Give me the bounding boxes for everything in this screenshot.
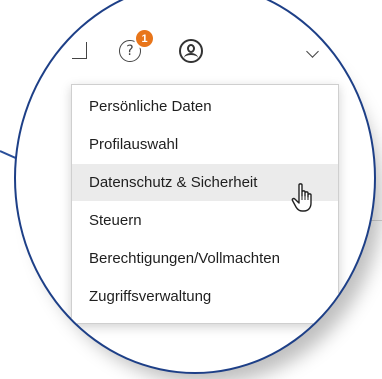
menu-item-label: Profilauswahl (89, 136, 179, 153)
menu-item-persoenliche-daten[interactable]: Persönliche Daten (72, 88, 338, 125)
menu-item-label: Berechtigungen/Vollmachten (89, 250, 280, 267)
menu-item-label: Steuern (89, 212, 142, 229)
menu-item-berechtigungen-vollmachten[interactable]: Berechtigungen/Vollmachten (72, 240, 338, 277)
notification-count: 1 (141, 32, 148, 45)
menu-item-label: Persönliche Daten (89, 98, 212, 115)
chevron-down-icon[interactable] (306, 45, 319, 58)
menu-item-label: Datenschutz & Sicherheit (89, 174, 258, 191)
box-icon[interactable] (72, 42, 87, 59)
notification-badge: 1 (136, 30, 153, 47)
user-icon[interactable] (179, 39, 203, 63)
menu-item-profilauswahl[interactable]: Profilauswahl (72, 126, 338, 163)
menu-item-label: Zugriffsverwaltung (89, 288, 212, 305)
menu-item-zugriffsverwaltung[interactable]: Zugriffsverwaltung (72, 278, 338, 315)
hand-cursor-icon (291, 183, 312, 212)
magnifier-lens: ? 1 Persönliche Daten Profilauswahl Date… (14, 0, 376, 374)
help-glyph: ? (126, 43, 134, 59)
